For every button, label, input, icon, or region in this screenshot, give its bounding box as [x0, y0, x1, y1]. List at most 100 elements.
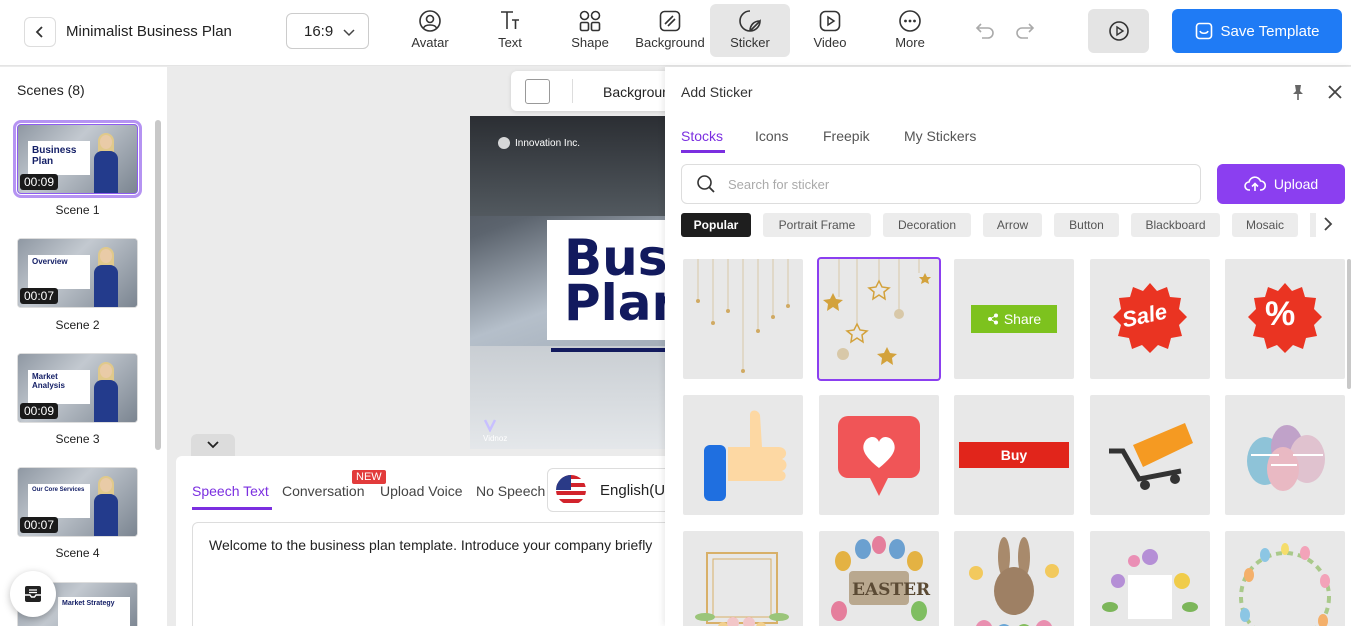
tool-more[interactable]: More	[870, 4, 950, 57]
tab-my-stickers[interactable]: My Stickers	[904, 128, 976, 144]
undo-icon[interactable]	[973, 19, 997, 43]
chip-blackboard[interactable]: Blackboard	[1131, 213, 1220, 237]
speech-text-input[interactable]: Welcome to the business plan template. I…	[192, 522, 672, 626]
cloud-upload-icon	[1244, 176, 1266, 191]
tool-avatar-label: Avatar	[411, 35, 449, 50]
canvas-watermark: Vidnoz	[483, 418, 507, 443]
sticker-percent-badge[interactable]: %	[1225, 259, 1345, 379]
top-bar: Minimalist Business Plan 16:9 Avatar Tex…	[0, 0, 1351, 66]
easter-bunny-icon	[969, 537, 1059, 626]
sticker-tab-underline	[681, 150, 725, 153]
aspect-ratio-value: 16:9	[304, 22, 334, 40]
scene-thumbnail[interactable]: Our Core Services 00:07	[17, 467, 138, 537]
sticker-search-input[interactable]	[728, 176, 1168, 192]
tab-freepik[interactable]: Freepik	[823, 128, 870, 144]
chip-portrait-frame[interactable]: Portrait Frame	[763, 213, 871, 237]
sticker-heart-bubble[interactable]	[819, 395, 939, 515]
save-template-button[interactable]: Save Template	[1172, 9, 1342, 53]
speech-tab-underline	[192, 507, 272, 510]
scene-canvas[interactable]: Innovation Inc. BusinessPlan Vidnoz	[470, 116, 670, 449]
scenes-title: Scenes (8)	[17, 82, 85, 98]
chat-button[interactable]	[10, 571, 56, 617]
canvas-underline	[551, 348, 670, 352]
easter-eggs-icon	[1247, 425, 1325, 491]
upload-sticker-button[interactable]: Upload	[1217, 164, 1345, 204]
tab-conversation[interactable]: Conversation	[282, 483, 365, 499]
chip-mosaic[interactable]: Mosaic	[1232, 213, 1298, 237]
tool-background[interactable]: Background	[630, 4, 710, 57]
scene-duration: 00:09	[20, 403, 59, 419]
canvas-brand-text: Innovation Inc.	[515, 137, 581, 149]
sticker-hanging-stars-2[interactable]	[817, 257, 941, 381]
sticker-floral-frame[interactable]	[683, 531, 803, 626]
chevron-right-icon[interactable]	[1321, 215, 1335, 233]
tab-stocks[interactable]: Stocks	[681, 128, 723, 144]
pin-icon[interactable]	[1289, 83, 1307, 101]
canvas-background-button[interactable]: Background	[597, 81, 671, 103]
sticker-shopping-cart[interactable]	[1090, 395, 1210, 515]
avatar-icon	[419, 10, 441, 32]
sticker-easter-eggs[interactable]	[1225, 395, 1345, 515]
scenes-scrollbar[interactable]	[155, 120, 161, 450]
scene-thumbnail[interactable]: Overview 00:07	[17, 238, 138, 308]
sticker-panel-title: Add Sticker	[681, 84, 753, 100]
easter-wreath-icon	[831, 536, 927, 621]
message-icon	[25, 586, 41, 602]
aspect-ratio-select[interactable]: 16:9	[286, 13, 369, 49]
add-sticker-panel: Add Sticker Stocks Icons Freepik My Stic…	[665, 67, 1351, 626]
sticker-easter-wreath[interactable]: EASTER	[819, 531, 939, 626]
percent-text: %	[1265, 295, 1296, 333]
scene-card: Our Core Services	[28, 484, 90, 518]
canvas-headline: BusinessPlan	[564, 229, 670, 332]
avatar-figure	[92, 476, 120, 536]
speech-panel: Speech Text Conversation NEW Upload Voic…	[176, 456, 687, 626]
document-title[interactable]: Minimalist Business Plan	[66, 23, 232, 40]
share-icon	[987, 313, 998, 325]
tool-shape[interactable]: Shape	[550, 4, 630, 57]
canvas-title-card[interactable]: BusinessPlan	[547, 220, 670, 340]
sticker-sale-badge[interactable]: Sale	[1090, 259, 1210, 379]
egg-wreath-icon	[1239, 543, 1331, 626]
background-color-swatch[interactable]	[525, 79, 550, 104]
tool-text[interactable]: Text	[470, 4, 550, 57]
close-icon[interactable]	[1326, 83, 1344, 101]
sticker-search-box[interactable]	[681, 164, 1201, 204]
chip-arrow[interactable]: Arrow	[983, 213, 1042, 237]
sticker-flower-square-frame[interactable]	[1090, 531, 1210, 626]
upload-label: Upload	[1273, 176, 1319, 192]
scene-card: Market Analysis	[28, 370, 90, 404]
floral-frame-icon	[695, 552, 789, 626]
avatar-figure	[92, 247, 120, 307]
tool-background-label: Background	[635, 35, 705, 50]
tool-avatar[interactable]: Avatar	[390, 4, 470, 57]
tab-no-speech[interactable]: No Speech	[476, 483, 545, 499]
sticker-easter-bunny[interactable]	[954, 531, 1074, 626]
tool-more-label: More	[895, 35, 925, 50]
scene-thumbnail[interactable]: Market Analysis 00:09	[17, 353, 138, 423]
collapse-speech-button[interactable]	[191, 434, 235, 456]
sticker-share-button[interactable]: Share	[954, 259, 1074, 379]
preview-button[interactable]	[1088, 9, 1149, 53]
scene-duration: 00:07	[20, 288, 59, 304]
chip-button[interactable]: Button	[1054, 213, 1119, 237]
chip-decoration[interactable]: Decoration	[883, 213, 971, 237]
back-button[interactable]	[24, 17, 56, 47]
tab-icons[interactable]: Icons	[755, 128, 788, 144]
more-icon	[899, 10, 921, 32]
sticker-hanging-stars[interactable]	[683, 259, 803, 379]
sticker-egg-wreath[interactable]	[1225, 531, 1345, 626]
tab-speech-text[interactable]: Speech Text	[192, 483, 269, 499]
redo-icon[interactable]	[1013, 19, 1037, 43]
sticker-thumbs-up[interactable]	[683, 395, 803, 515]
tool-video[interactable]: Video	[790, 4, 870, 57]
tool-sticker[interactable]: Sticker	[710, 4, 790, 57]
avatar-figure	[92, 133, 120, 193]
sticker-buy-button[interactable]: Buy	[954, 395, 1074, 515]
us-flag-icon	[556, 475, 586, 505]
scene-thumbnail[interactable]: Business Plan 00:09	[13, 120, 142, 198]
tab-upload-voice[interactable]: Upload Voice	[380, 483, 463, 499]
canvas-toolbar: Background	[511, 71, 671, 111]
sticker-scrollbar[interactable]	[1347, 259, 1351, 389]
chip-popular[interactable]: Popular	[681, 213, 751, 237]
brand-logo-icon	[498, 137, 510, 149]
